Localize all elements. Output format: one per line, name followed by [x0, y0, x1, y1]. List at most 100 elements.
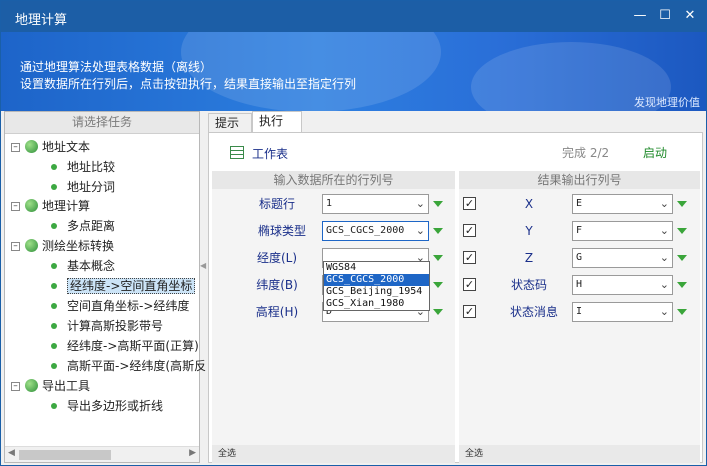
combo-value: F — [576, 225, 583, 236]
row-label: Y — [525, 224, 533, 238]
tree-item[interactable]: 计算高斯投影带号 — [51, 316, 163, 336]
row-label: 标题行 — [258, 197, 295, 211]
tree-item-selected[interactable]: 经纬度->空间直角坐标 — [51, 276, 196, 296]
collapse-icon[interactable]: – — [11, 202, 20, 211]
tree-item[interactable]: 基本概念 — [51, 256, 115, 276]
row-label: 状态消息 — [509, 305, 558, 319]
ellipsoid-select[interactable]: GCS_CGCS_2000 ⌄ — [322, 221, 429, 241]
dropdown-option[interactable]: GCS_Beijing_1954 — [324, 286, 429, 298]
output-row: ✓ Z G ⌄ — [459, 247, 700, 269]
input-section: 输入数据所在的行列号 标题行 1 ⌄ 椭球类型 GCS_CGCS_2000 ⌄ 经度… — [212, 171, 455, 463]
bullet-icon — [51, 184, 57, 190]
tree-group-survey[interactable]: 测绘坐标转换 — [25, 236, 114, 256]
tree-group-export[interactable]: 导出工具 — [25, 376, 90, 396]
globe-icon — [25, 379, 38, 392]
tree-item-label: 经纬度->空间直角坐标 — [67, 278, 196, 294]
banner-glow — [181, 32, 441, 111]
apply-arrow-icon[interactable] — [433, 282, 443, 288]
row-label: Z — [524, 251, 534, 265]
close-icon[interactable]: ✕ — [679, 6, 701, 26]
task-panel-header: 请选择任务 — [5, 112, 199, 134]
banner-line-1: 通过地理算法处理表格数据（离线） — [20, 60, 213, 74]
collapse-icon[interactable]: – — [11, 143, 20, 152]
apply-arrow-icon[interactable] — [433, 309, 443, 315]
tree-item-label: 计算高斯投影带号 — [67, 319, 164, 333]
apply-arrow-icon[interactable] — [677, 309, 687, 315]
output-checkbox[interactable]: ✓ — [463, 224, 476, 237]
apply-arrow-icon[interactable] — [433, 255, 443, 261]
worksheet-button[interactable]: 工作表 — [252, 145, 288, 162]
y-output-select[interactable]: F ⌄ — [572, 221, 673, 241]
bullet-icon — [51, 323, 57, 329]
output-checkbox[interactable]: ✓ — [463, 305, 476, 318]
horizontal-scrollbar[interactable]: ◀ ▶ — [5, 446, 199, 462]
window-title: 地理计算 — [15, 13, 68, 28]
apply-arrow-icon[interactable] — [677, 255, 687, 261]
status-code-select[interactable]: H ⌄ — [572, 275, 673, 295]
splitter-arrow-icon[interactable]: ◀ — [200, 261, 206, 270]
input-row: 椭球类型 GCS_CGCS_2000 ⌄ — [212, 220, 455, 242]
scroll-left-icon[interactable]: ◀ — [8, 448, 15, 458]
combo-value: G — [576, 252, 583, 263]
dropdown-option[interactable]: WGS84 — [324, 262, 429, 274]
tree-item-label: 地址分词 — [67, 180, 116, 194]
chevron-down-icon: ⌄ — [415, 224, 425, 237]
tree-group-address[interactable]: 地址文本 — [25, 137, 90, 157]
apply-arrow-icon[interactable] — [677, 228, 687, 234]
tree-item[interactable]: 地址比较 — [51, 157, 115, 177]
tree-item[interactable]: 高斯平面->经纬度(高斯反 — [51, 356, 206, 376]
output-checkbox[interactable]: ✓ — [463, 197, 476, 210]
bullet-icon — [51, 303, 57, 309]
tab-hint[interactable]: 提示 — [208, 113, 252, 133]
chevron-down-icon: ⌄ — [659, 251, 669, 264]
input-section-header: 输入数据所在的行列号 — [212, 171, 455, 189]
x-output-select[interactable]: E ⌄ — [572, 194, 673, 214]
row-label: 纬度(B) — [256, 278, 298, 292]
scroll-right-icon[interactable]: ▶ — [189, 448, 196, 458]
dropdown-option[interactable]: GCS_Xian_1980 — [324, 298, 429, 310]
apply-arrow-icon[interactable] — [677, 282, 687, 288]
collapse-icon[interactable]: – — [11, 242, 20, 251]
toolbar: 工作表 完成 2/2 启动 — [209, 133, 702, 169]
combo-value: E — [576, 198, 583, 209]
row-label: 椭球类型 — [257, 224, 306, 238]
input-select-all[interactable]: 全选 — [212, 445, 455, 463]
status-message-select[interactable]: I ⌄ — [572, 302, 673, 322]
tree-item-label: 多点距离 — [67, 219, 116, 233]
bullet-icon — [51, 164, 57, 170]
tree-item[interactable]: 空间直角坐标->经纬度 — [51, 296, 189, 316]
ellipsoid-dropdown-list[interactable]: WGS84 GCS_CGCS_2000 GCS_Beijing_1954 GCS… — [323, 261, 430, 311]
z-output-select[interactable]: G ⌄ — [572, 248, 673, 268]
collapse-icon[interactable]: – — [11, 382, 20, 391]
globe-icon — [25, 239, 38, 252]
chevron-down-icon: ⌄ — [659, 305, 669, 318]
tab-execute[interactable]: 执行 — [252, 111, 302, 133]
globe-icon — [25, 140, 38, 153]
tree-group-geo-calc[interactable]: 地理计算 — [25, 196, 90, 216]
apply-arrow-icon[interactable] — [677, 201, 687, 207]
scrollbar-thumb[interactable] — [19, 450, 111, 460]
output-row: ✓ X E ⌄ — [459, 193, 700, 215]
tree-item[interactable]: 多点距离 — [51, 216, 115, 236]
start-button[interactable]: 启动 — [643, 144, 667, 161]
output-checkbox[interactable]: ✓ — [463, 278, 476, 291]
tree-item[interactable]: 经纬度->高斯平面(正算) — [51, 336, 199, 356]
combo-value: H — [576, 279, 583, 290]
tree-item[interactable]: 地址分词 — [51, 177, 115, 197]
maximize-icon[interactable]: ☐ — [654, 6, 676, 26]
title-row-select[interactable]: 1 ⌄ — [322, 194, 429, 214]
tree-group-label: 导出工具 — [42, 379, 91, 393]
globe-icon — [25, 199, 38, 212]
output-select-all[interactable]: 全选 — [459, 445, 700, 463]
dropdown-option-selected[interactable]: GCS_CGCS_2000 — [324, 274, 429, 286]
tree-item[interactable]: 导出多边形或折线 — [51, 396, 163, 416]
output-row: ✓ 状态消息 I ⌄ — [459, 301, 700, 323]
minimize-icon[interactable]: — — [629, 6, 651, 26]
output-section-header: 结果输出行列号 — [459, 171, 700, 189]
apply-arrow-icon[interactable] — [433, 228, 443, 234]
row-label: X — [524, 197, 534, 211]
apply-arrow-icon[interactable] — [433, 201, 443, 207]
output-checkbox[interactable]: ✓ — [463, 251, 476, 264]
tree-item-label: 高斯平面->经纬度(高斯反 — [67, 359, 207, 373]
combo-value: 1 — [326, 198, 333, 209]
